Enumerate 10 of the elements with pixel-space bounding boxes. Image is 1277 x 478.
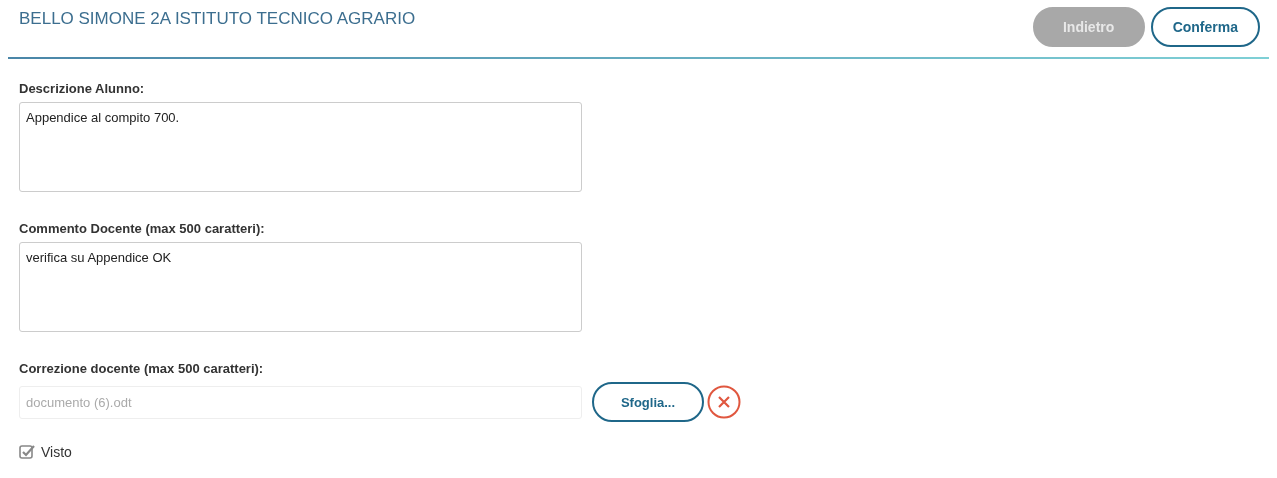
- text-area[interactable]: verifica su Appendice OK: [19, 242, 582, 332]
- field-label: Correzione docente (max 500 caratteri):: [19, 361, 265, 376]
- page-title: BELLO SIMONE 2A ISTITUTO TECNICO AGRARIO: [19, 9, 416, 29]
- checkbox-label: Visto: [41, 444, 72, 460]
- text-area[interactable]: Appendice al compito 700.: [19, 102, 582, 192]
- checkbox[interactable]: [19, 444, 35, 460]
- remove-icon[interactable]: [707, 385, 741, 419]
- field-label: Descrizione Alunno:: [19, 81, 146, 96]
- field-label: Commento Docente (max 500 caratteri):: [19, 221, 266, 236]
- confirm-button[interactable]: Conferma: [1150, 7, 1260, 47]
